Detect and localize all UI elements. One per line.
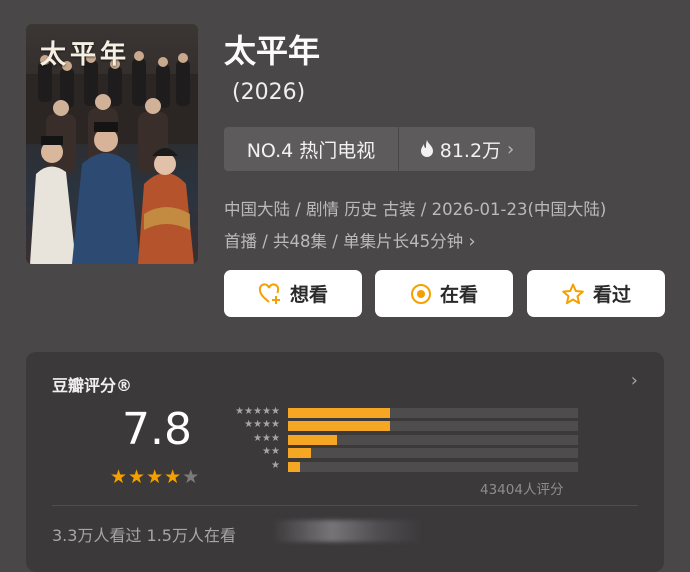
distribution-bar-fill (288, 434, 338, 445)
meta-line-region-genre-date: 中国大陆 / 剧情 历史 古装 / 2026-01-23(中国大陆) (224, 200, 607, 219)
chevron-right-icon: › (468, 231, 476, 252)
distribution-bar-track (288, 461, 578, 472)
rating-score: 7.8 (122, 404, 192, 455)
meta-line-episodes[interactable]: 首播 / 共48集 / 单集片长45分钟 › (224, 228, 476, 252)
rating-card[interactable]: 豆瓣评分® › 7.8 ★ ★ ★ ★ ★ ★★★★★ ★★★★ ★★★ ★★ ★ 43404人… (26, 352, 664, 572)
watch-stats: 3.3万人看过 1.5万人在看 (52, 526, 236, 545)
poster-title: 太平年 (40, 40, 131, 70)
rating-star-icon: ★ (110, 466, 128, 488)
distribution-bar-track (288, 434, 578, 445)
rating-star-icon: ★ (182, 466, 200, 488)
rating-star-icon: ★ (128, 466, 146, 488)
heat-value: 81.2万 (439, 139, 502, 162)
distribution-bar-fill (288, 448, 312, 459)
show-year: (2026) (232, 80, 306, 105)
watching-button[interactable]: 在看 (375, 270, 513, 317)
distribution-bar-track (288, 448, 578, 459)
want-label: 想看 (289, 284, 328, 306)
distribution-star-label: ★★★ (253, 432, 280, 444)
heat-indicator[interactable]: 81.2万 › (399, 136, 535, 163)
target-icon (410, 283, 431, 304)
distribution-bar-fill (288, 461, 300, 472)
meta-episodes-text: 首播 / 共48集 / 单集片长45分钟 (224, 232, 464, 251)
want-to-watch-button[interactable]: 想看 (224, 270, 362, 317)
watched-button[interactable]: 看过 (527, 270, 665, 317)
poster-image[interactable]: 太平年 (26, 24, 198, 264)
rating-title: 豆瓣评分® (52, 376, 133, 395)
distribution-bar-fill (288, 408, 390, 418)
distribution-star-label: ★★ (262, 446, 280, 458)
distribution-star-label: ★ (271, 459, 280, 471)
blurred-overlay (272, 520, 422, 542)
watching-label: 在看 (439, 284, 478, 306)
rating-star-icon: ★ (146, 466, 164, 488)
rank-label[interactable]: NO.4 热门电视 (224, 127, 399, 171)
fire-icon (420, 140, 433, 157)
star-outline-icon (562, 283, 584, 304)
distribution-bar-track (288, 421, 578, 432)
heart-plus-icon (258, 282, 280, 304)
distribution-star-label: ★★★★ (244, 419, 280, 431)
show-title: 太平年 (224, 32, 321, 70)
rating-votes[interactable]: 43404人评分 (480, 478, 563, 498)
divider (52, 505, 638, 506)
rating-stars: ★ ★ ★ ★ ★ (110, 466, 199, 488)
distribution-bar-fill (288, 421, 390, 432)
rating-star-icon: ★ (164, 466, 182, 488)
distribution-bar-track (288, 408, 578, 418)
watched-label: 看过 (592, 284, 631, 306)
rank-box[interactable]: NO.4 热门电视 81.2万 › (224, 127, 535, 171)
chevron-right-icon: › (507, 138, 515, 160)
distribution-star-label: ★★★★★ (235, 406, 280, 417)
chevron-right-icon[interactable]: › (631, 370, 638, 391)
